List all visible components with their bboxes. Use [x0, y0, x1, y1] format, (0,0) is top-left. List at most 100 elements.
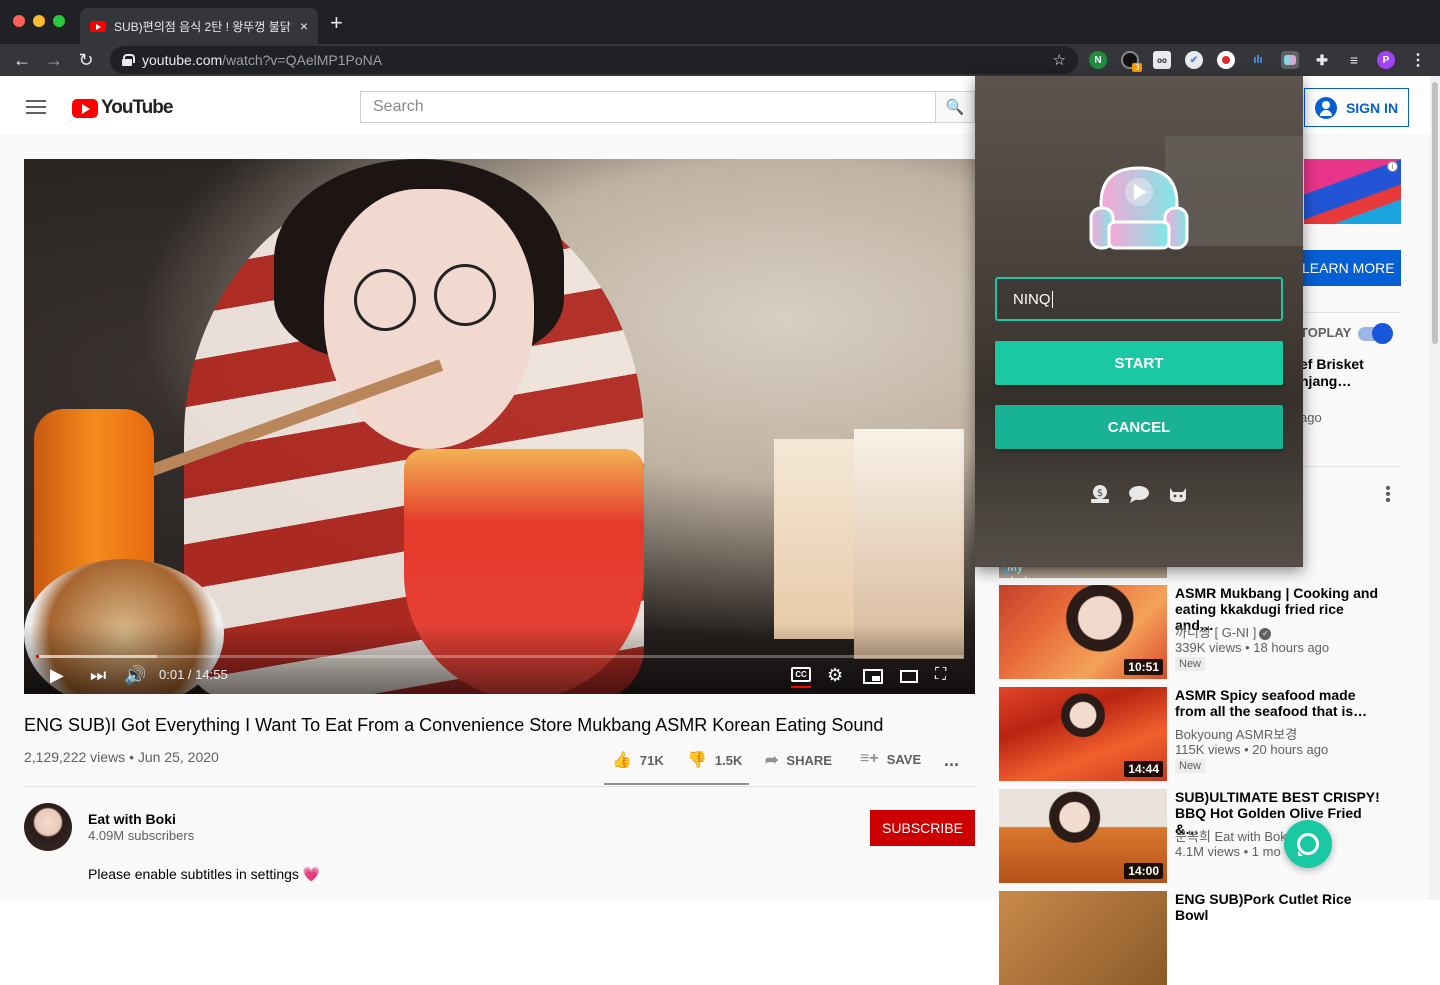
maximize-window-button[interactable] [53, 15, 65, 27]
video-title: ENG SUB)I Got Everything I Want To Eat F… [24, 715, 884, 735]
chat-floating-button[interactable] [1284, 820, 1332, 868]
divider [1300, 466, 1401, 467]
tab-close-icon[interactable]: × [300, 18, 308, 34]
ad-info-icon[interactable]: i [1387, 161, 1398, 172]
video-player[interactable]: ▶ ⏭ 🔊 0:01 / 14:55 CC ⚙ ⛶ [24, 159, 975, 694]
recommendation-thumbnail[interactable]: 14:00 [999, 789, 1167, 883]
dislike-button[interactable]: 👎 1.5K [687, 750, 742, 770]
reload-icon[interactable]: ↻ [74, 48, 98, 72]
forward-arrow-icon[interactable]: → [42, 48, 66, 72]
url-host: youtube.com [142, 52, 223, 68]
media-queue-icon[interactable]: ≡ [1345, 51, 1363, 69]
progress-played [36, 655, 39, 658]
save-label: SAVE [886, 751, 922, 767]
youtube-logo[interactable]: YouTube [72, 97, 173, 119]
browser-toolbar: ← → ↻ youtube.com/watch?v=QAelMP1PoNA ☆ … [0, 44, 1440, 76]
fullscreen-icon[interactable]: ⛶ [935, 665, 946, 685]
youtube-play-logo-icon [72, 98, 98, 118]
channel-subscriber-count: 4.09M subscribers [88, 828, 195, 843]
chat-comment-icon[interactable] [1128, 484, 1150, 504]
svg-text:$: $ [1097, 488, 1103, 499]
extension-glasses-icon[interactable]: oo [1153, 51, 1171, 69]
cancel-button[interactable]: CANCEL [995, 405, 1283, 449]
minimize-window-button[interactable] [33, 15, 45, 27]
extension-chart-icon[interactable]: ılı [1249, 51, 1267, 69]
progress-bar[interactable] [36, 655, 963, 658]
sign-in-label: SIGN IN [1345, 99, 1399, 116]
up-next-meta: ago [1300, 410, 1322, 425]
hamburger-menu-icon[interactable] [26, 100, 46, 114]
autoplay-toggle-knob[interactable] [1372, 323, 1393, 344]
donate-dollar-icon[interactable]: $ [1089, 484, 1111, 504]
channel-avatar[interactable] [24, 803, 72, 851]
learn-more-button[interactable]: LEARN MORE [1300, 250, 1401, 286]
scrollbar-thumb[interactable] [1432, 82, 1438, 344]
play-icon[interactable]: ▶ [50, 665, 64, 685]
profile-avatar[interactable]: P [1377, 51, 1395, 69]
more-options-icon[interactable]: • • • [1385, 481, 1391, 509]
captions-active-indicator [791, 686, 811, 688]
share-label: SHARE [786, 752, 832, 768]
browser-menu-icon[interactable]: ⋮ [1409, 51, 1427, 69]
bookmark-star-icon[interactable]: ☆ [1053, 51, 1066, 69]
theater-mode-icon[interactable] [900, 670, 918, 683]
video-duration: 14:44 [1124, 761, 1163, 777]
dislike-count: 1.5K [714, 752, 743, 768]
miniplayer-icon[interactable] [863, 669, 883, 684]
extension-popup: NINQ START CANCEL $ [975, 76, 1303, 567]
nickname-input[interactable]: NINQ [995, 277, 1283, 321]
account-circle-icon [1314, 96, 1337, 119]
extension-teleparty-icon[interactable] [1281, 51, 1299, 69]
video-frame-face [324, 189, 534, 449]
like-button[interactable]: 👍 71K [612, 750, 664, 770]
settings-gear-icon[interactable]: ⚙ [827, 665, 843, 685]
recommendation-channel[interactable]: 까니짱 [ G-NI ] ✓ [1175, 622, 1272, 641]
nickname-value: NINQ [1013, 290, 1051, 308]
recommendation-title[interactable]: ENG SUB)Pork Cutlet Rice Bowl [1175, 891, 1385, 923]
video-duration: 14:00 [1124, 863, 1163, 879]
extension-n-icon[interactable]: N [1089, 51, 1107, 69]
chat-bubble-icon [1297, 833, 1319, 856]
start-button[interactable]: START [995, 341, 1283, 385]
divider [24, 786, 975, 787]
extensions-puzzle-icon[interactable]: ✚ [1313, 51, 1331, 69]
playlist-add-icon: ≡+ [860, 750, 879, 767]
extension-record-icon[interactable] [1217, 51, 1235, 69]
extension-badge: 3 [1132, 63, 1143, 72]
video-view-count-date: 2,129,222 views • Jun 25, 2020 [24, 749, 219, 765]
back-arrow-icon[interactable]: ← [10, 48, 34, 72]
new-tab-button[interactable]: + [330, 12, 343, 34]
video-frame-milk-carton [774, 439, 864, 639]
captions-icon[interactable]: CC [791, 667, 811, 682]
next-icon[interactable]: ⏭ [90, 665, 106, 685]
share-arrow-icon: ➦ [765, 752, 779, 769]
subscribe-button[interactable]: SUBSCRIBE [870, 810, 975, 846]
up-next-title[interactable]: ef Brisket njang… [1300, 356, 1400, 390]
recommendation-title[interactable]: ASMR Spicy seafood made from all the sea… [1175, 687, 1385, 719]
video-frame-glasses-left [354, 269, 416, 331]
new-badge: New [1175, 759, 1206, 773]
recommendation-thumbnail[interactable]: 14:44 [999, 687, 1167, 781]
extension-bird-icon[interactable]: ✔ [1185, 51, 1203, 69]
video-duration: 10:51 [1124, 659, 1163, 675]
save-button[interactable]: ≡+ SAVE [860, 750, 921, 768]
more-actions-icon[interactable]: ... [944, 750, 959, 771]
recommendation-channel[interactable]: Bokyoung ASMR보경 [1175, 724, 1297, 743]
address-bar[interactable]: youtube.com/watch?v=QAelMP1PoNA ☆ [110, 46, 1078, 74]
volume-icon[interactable]: 🔊 [124, 665, 146, 685]
thumbs-down-icon: 👎 [687, 752, 707, 769]
ad-banner[interactable]: i [1304, 159, 1401, 224]
close-window-button[interactable] [13, 15, 25, 27]
recommendation-thumbnail[interactable]: 10:51 [999, 585, 1167, 679]
recommendation-thumbnail[interactable] [999, 891, 1167, 985]
browser-tab[interactable]: SUB)편의점 음식 2탄 ! 왕뚜껑 불닭 × [80, 8, 318, 44]
channel-name[interactable]: Eat with Boki [88, 811, 176, 827]
search-input[interactable]: Search [360, 91, 936, 123]
sign-in-button[interactable]: SIGN IN [1304, 88, 1409, 127]
tab-title: SUB)편의점 음식 2탄 ! 왕뚜껑 불닭 [114, 19, 291, 34]
lock-icon [122, 54, 135, 66]
search-button[interactable]: 🔍 [935, 91, 975, 123]
recommendation-channel[interactable]: 문복희 Eat with Boki [1175, 826, 1290, 845]
github-cat-icon[interactable] [1167, 484, 1189, 504]
share-button[interactable]: ➦ SHARE [765, 750, 832, 770]
